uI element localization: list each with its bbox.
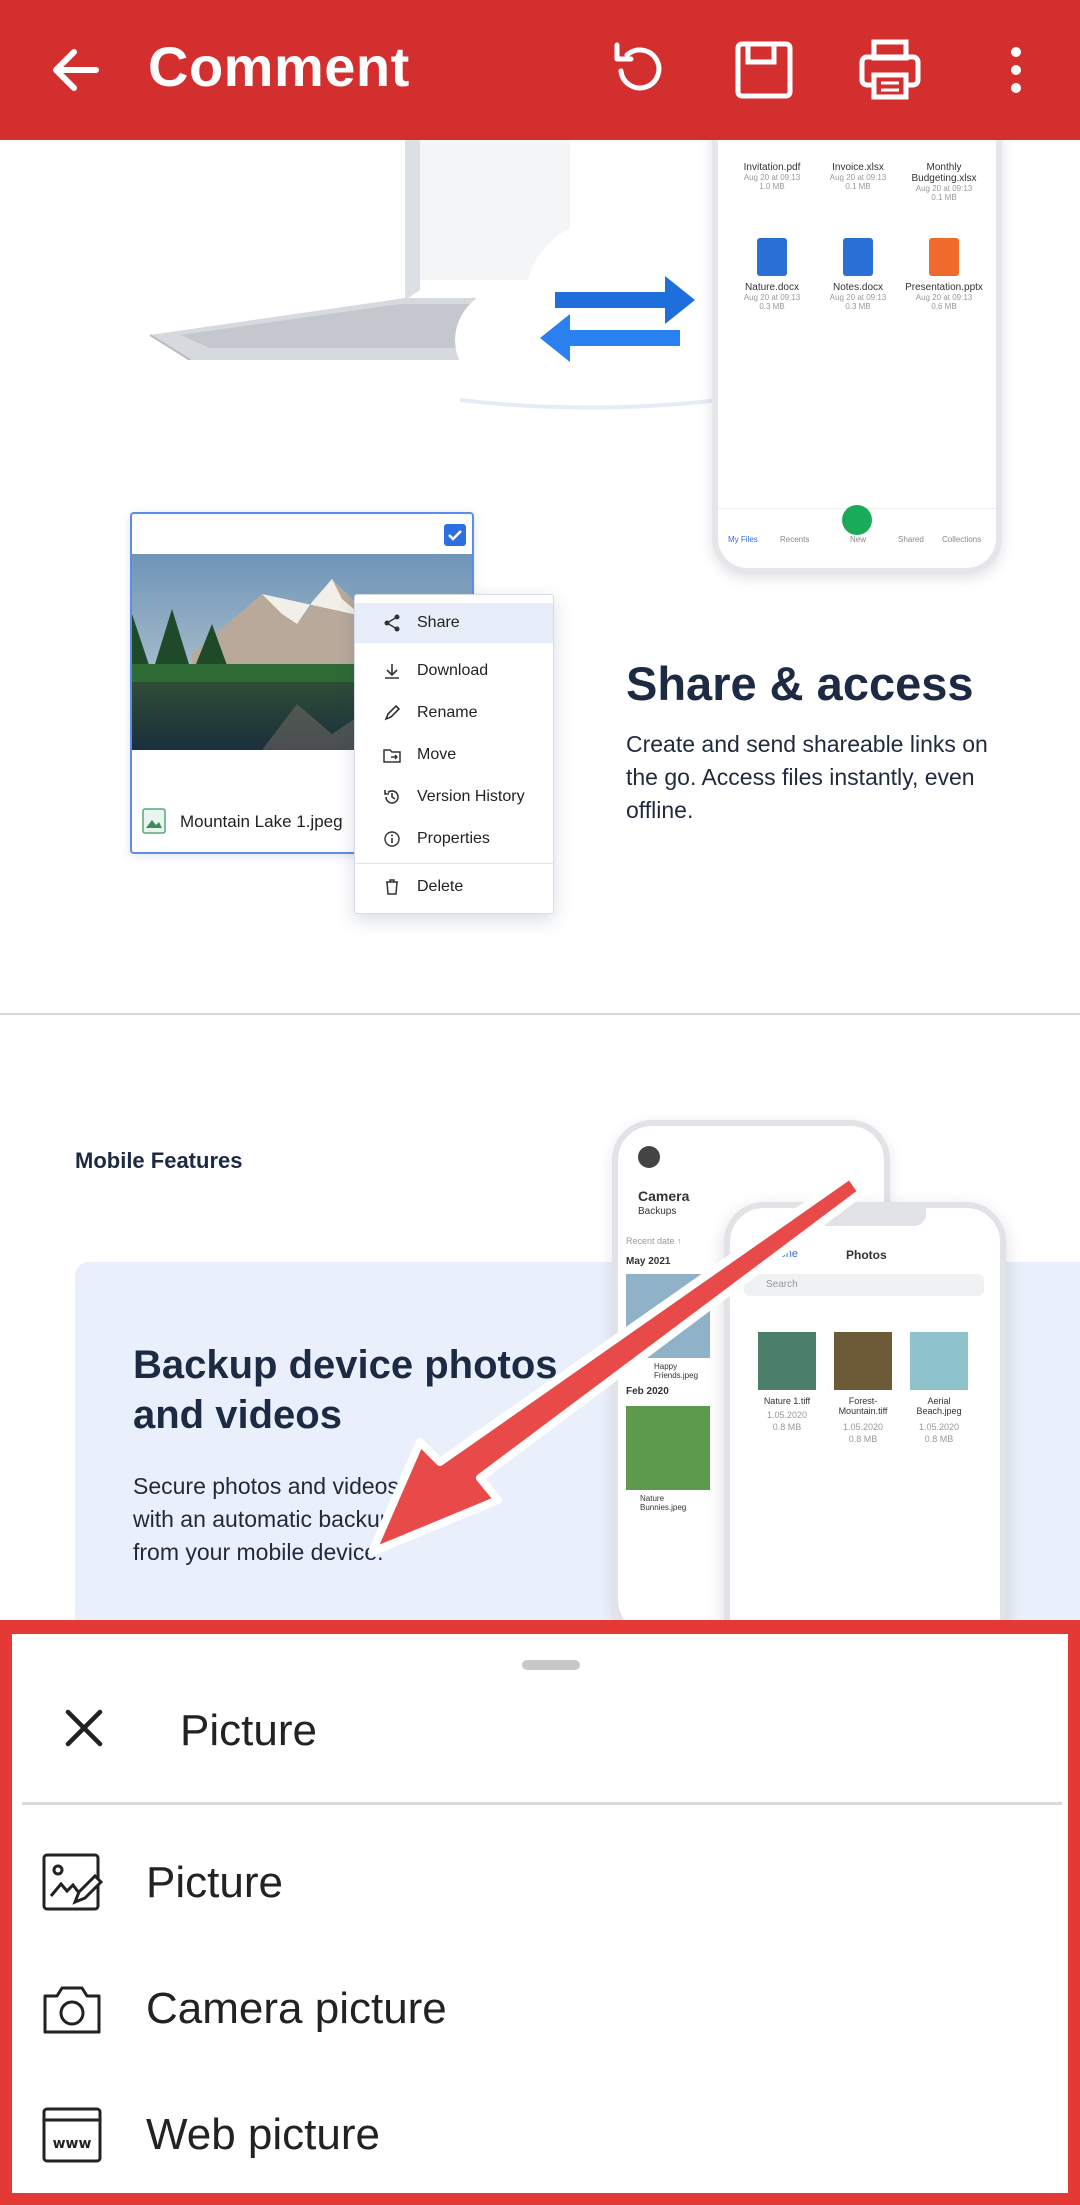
phone-bottom-nav: My Files Recents New Shared Collections <box>718 505 996 568</box>
back-arrow-icon[interactable] <box>44 38 108 102</box>
photo-thumbnail <box>626 1406 710 1490</box>
option-camera-picture-label: Camera picture <box>146 1984 447 2033</box>
file-item: Invitation.pdf Aug 20 at 09:13 1.0 MB <box>743 162 801 191</box>
image-file-icon <box>142 808 166 834</box>
file-item: Invoice.xlsx Aug 20 at 09:13 0.1 MB <box>829 162 887 191</box>
share-access-heading: Share & access <box>626 657 974 710</box>
photo-thumbnail <box>910 1332 968 1390</box>
rename-icon <box>381 702 403 724</box>
menu-item-delete[interactable]: Delete <box>355 867 553 907</box>
menu-divider <box>355 863 553 864</box>
section-divider <box>0 1013 1080 1015</box>
camera-icon <box>40 1977 104 2041</box>
doc-file-icon <box>757 238 787 276</box>
cloud-sync-illustration <box>450 200 730 415</box>
photo-thumbnail <box>626 1274 710 1358</box>
sheet-divider <box>22 1802 1062 1805</box>
presentation-file-icon <box>929 238 959 276</box>
context-menu: Share Download Rename Move Version Histo… <box>354 594 554 914</box>
search-field: Search <box>744 1274 984 1296</box>
undo-icon[interactable] <box>598 30 678 110</box>
move-folder-icon <box>381 744 403 766</box>
backup-description: Secure photos and videos with an automat… <box>133 1473 399 1565</box>
camera-notch-icon <box>638 1146 660 1168</box>
download-icon <box>381 660 403 682</box>
phone-photos-mockup: My iPhone Photos Search Nature 1.tiff 1.… <box>724 1202 1006 1620</box>
file-item: Notes.docx Aug 20 at 09:13 0.3 MB <box>818 238 898 311</box>
print-icon[interactable] <box>850 30 930 110</box>
web-page-content[interactable]: Invitation.pdf Aug 20 at 09:13 1.0 MB In… <box>0 140 1080 1620</box>
option-picture[interactable]: Picture <box>12 1828 1068 1938</box>
menu-item-download[interactable]: Download <box>355 651 553 691</box>
image-edit-icon <box>40 1851 104 1915</box>
option-web-picture[interactable]: www Web picture <box>12 2080 1068 2190</box>
app-bar: Comment <box>0 0 1080 140</box>
option-camera-picture[interactable]: Camera picture <box>12 1954 1068 2064</box>
backup-heading: Backup device photos and videos <box>133 1343 558 1437</box>
drag-handle[interactable] <box>522 1660 580 1670</box>
menu-item-move[interactable]: Move <box>355 735 553 775</box>
doc-file-icon <box>843 238 873 276</box>
phone-files-mockup: Invitation.pdf Aug 20 at 09:13 1.0 MB In… <box>712 140 1002 574</box>
file-card-name: Mountain Lake 1.jpeg <box>180 812 343 831</box>
photo-thumbnail <box>758 1332 816 1390</box>
photo-thumbnail <box>834 1332 892 1390</box>
menu-item-rename[interactable]: Rename <box>355 693 553 733</box>
info-icon <box>381 828 403 850</box>
option-web-picture-label: Web picture <box>146 2110 380 2159</box>
option-picture-label: Picture <box>146 1858 283 1907</box>
file-item: Nature.docx Aug 20 at 09:13 0.3 MB <box>732 238 812 311</box>
more-vert-icon[interactable] <box>976 30 1056 110</box>
share-icon <box>381 612 403 634</box>
file-item: Presentation.pptx Aug 20 at 09:13 0.6 MB <box>904 238 984 311</box>
save-icon[interactable] <box>724 30 804 110</box>
trash-icon <box>381 876 403 898</box>
history-icon <box>381 786 403 808</box>
menu-item-properties[interactable]: Properties <box>355 819 553 859</box>
checkbox-checked-icon <box>444 524 466 546</box>
svg-text:www: www <box>53 2136 92 2152</box>
close-icon[interactable] <box>52 1696 116 1760</box>
mobile-features-label: Mobile Features <box>75 1148 243 1173</box>
app-bar-title: Comment <box>148 35 410 98</box>
file-item: Monthly Budgeting.xlsx Aug 20 at 09:13 0… <box>911 162 977 202</box>
web-icon: www <box>40 2103 104 2167</box>
share-access-description: Create and send shareable links on the g… <box>626 731 988 823</box>
menu-item-version-history[interactable]: Version History <box>355 777 553 817</box>
insert-picture-sheet: Picture Picture Camera picture www Web p… <box>0 1620 1080 2205</box>
new-plus-icon <box>842 505 872 535</box>
menu-item-share[interactable]: Share <box>355 603 553 643</box>
sheet-title: Picture <box>180 1706 317 1755</box>
